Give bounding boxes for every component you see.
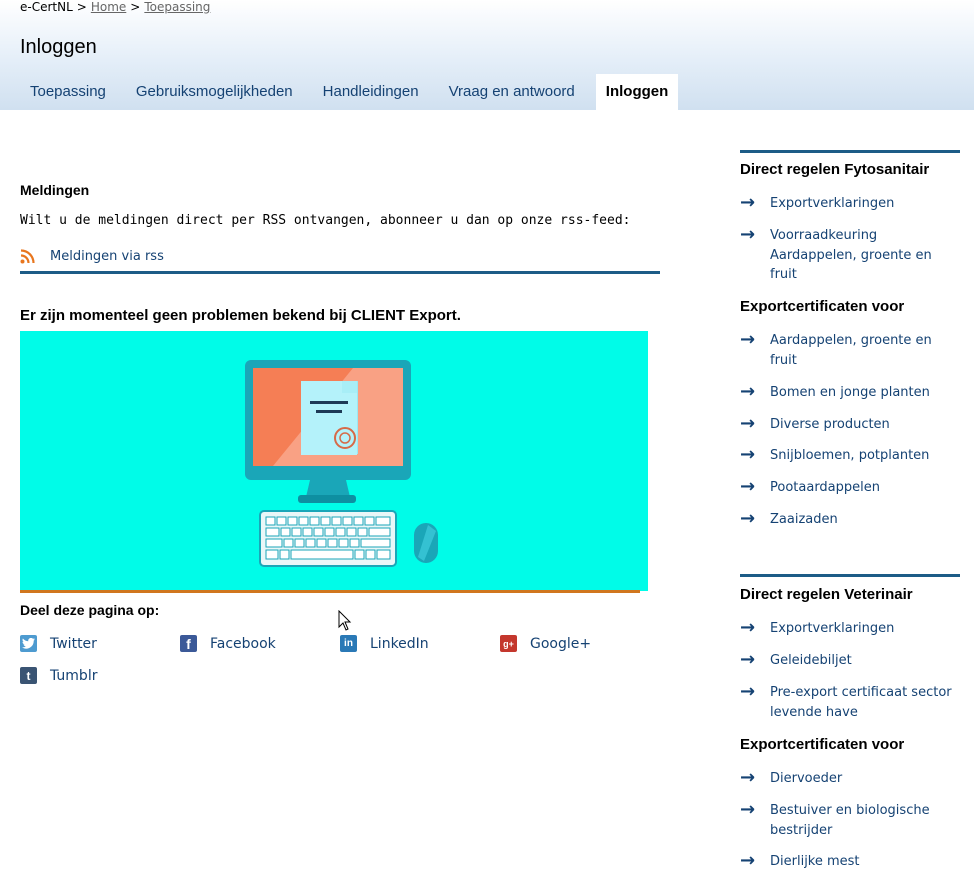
tab-inloggen[interactable]: Inloggen [595, 74, 679, 110]
sidebar-link[interactable]: → Exportverklaringen [740, 194, 960, 214]
sidebar-heading-veterinair: Direct regelen Veterinair [740, 586, 913, 603]
share-label: Google+ [530, 635, 592, 652]
breadcrumb-home-link[interactable]: Home [91, 0, 126, 14]
divider [20, 271, 660, 274]
rss-link[interactable]: Meldingen via rss [50, 249, 164, 264]
sidebar-link[interactable]: → Pre-export certificaat sector levende … [740, 683, 960, 722]
sidebar-link[interactable]: → Geleidebiljet [740, 651, 960, 671]
arrow-right-icon: → [740, 617, 756, 638]
computer-illustration [20, 331, 648, 591]
share-facebook-link[interactable]: f Facebook [180, 635, 276, 652]
sidebar-link[interactable]: → Pootaardappelen [740, 478, 960, 498]
sidebar-heading-fytosanitair: Direct regelen Fytosanitair [740, 161, 930, 178]
arrow-right-icon: → [740, 799, 756, 820]
arrow-right-icon: → [740, 413, 756, 434]
tumblr-icon: t [20, 667, 37, 684]
page-header: e-CertNL > Home > Toepassing Inloggen Toepas… [0, 0, 974, 110]
sidebar-divider [740, 574, 960, 577]
sidebar-subheading: Exportcertificaten voor [740, 736, 905, 753]
arrow-right-icon: → [740, 850, 756, 871]
sidebar-link[interactable]: → Snijbloemen, potplanten [740, 446, 960, 466]
tab-toepassing[interactable]: Toepassing [15, 74, 121, 110]
tab-gebruiksmogelijkheden[interactable]: Gebruiksmogelijkheden [121, 74, 308, 110]
breadcrumb-root: e-CertNL [20, 0, 73, 14]
sidebar-link-label: Pootaardappelen [770, 480, 880, 495]
google-plus-icon: g+ [500, 635, 517, 652]
breadcrumb: e-CertNL > Home > Toepassing [20, 0, 210, 14]
share-googleplus-link[interactable]: g+ Google+ [500, 635, 591, 652]
arrow-right-icon: → [740, 681, 756, 702]
rss-icon [20, 249, 35, 264]
sidebar-link[interactable]: → Bomen en jonge planten [740, 383, 960, 403]
arrow-right-icon: → [740, 444, 756, 465]
share-tumblr-link[interactable]: t Tumblr [20, 667, 97, 684]
sidebar-link-label: Pre-export certificaat sector levende ha… [770, 685, 952, 720]
share-label: Twitter [50, 635, 97, 652]
sidebar-link[interactable]: → Aardappelen, groente en fruit [740, 331, 960, 370]
sidebar-link[interactable]: → Dierlijke mest [740, 852, 960, 872]
arrow-right-icon: → [740, 508, 756, 529]
sidebar-link-label: Zaaizaden [770, 512, 838, 527]
breadcrumb-separator: > [130, 0, 141, 14]
sidebar-link[interactable]: → Bestuiver en biologische bestrijder [740, 801, 960, 840]
sidebar-link-label: Geleidebiljet [770, 653, 852, 668]
sidebar-divider [740, 150, 960, 153]
sidebar-link-label: Voorraadkeuring Aardappelen, groente en … [770, 228, 932, 282]
share-label: Facebook [210, 635, 276, 652]
tab-bar: Toepassing Gebruiksmogelijkheden Handlei… [15, 74, 679, 110]
linkedin-icon: in [340, 635, 357, 652]
tab-handleidingen[interactable]: Handleidingen [308, 74, 434, 110]
meldingen-text: Wilt u de meldingen direct per RSS ontva… [20, 213, 631, 228]
arrow-right-icon: → [740, 649, 756, 670]
sidebar-link-label: Exportverklaringen [770, 196, 895, 211]
status-message: Er zijn momenteel geen problemen bekend … [20, 307, 461, 324]
breadcrumb-separator: > [76, 0, 87, 14]
sidebar-link-label: Snijbloemen, potplanten [770, 448, 930, 463]
arrow-right-icon: → [740, 224, 756, 245]
sidebar-link-label: Aardappelen, groente en fruit [770, 333, 932, 368]
sidebar-link[interactable]: → Zaaizaden [740, 510, 960, 530]
share-twitter-link[interactable]: Twitter [20, 635, 97, 652]
illustration-underline [20, 590, 640, 593]
twitter-icon [20, 635, 37, 652]
sidebar-subheading: Exportcertificaten voor [740, 298, 905, 315]
computer-illustration-image [245, 360, 438, 567]
arrow-right-icon: → [740, 381, 756, 402]
share-label: LinkedIn [370, 635, 429, 652]
page-title: Inloggen [20, 36, 97, 58]
share-label: Tumblr [50, 667, 98, 684]
arrow-right-icon: → [740, 767, 756, 788]
sidebar-link-label: Bestuiver en biologische bestrijder [770, 803, 930, 838]
facebook-icon: f [180, 635, 197, 652]
share-linkedin-link[interactable]: in LinkedIn [340, 635, 429, 652]
sidebar-link[interactable]: → Exportverklaringen [740, 619, 960, 639]
tab-vraag-en-antwoord[interactable]: Vraag en antwoord [434, 74, 590, 110]
sidebar-link-label: Dierlijke mest [770, 854, 860, 869]
breadcrumb-current-link[interactable]: Toepassing [144, 0, 210, 14]
sidebar-link-label: Bomen en jonge planten [770, 385, 930, 400]
arrow-right-icon: → [740, 329, 756, 350]
sidebar-link[interactable]: → Diervoeder [740, 769, 960, 789]
sidebar-link-label: Diverse producten [770, 417, 890, 432]
sidebar-link[interactable]: → Diverse producten [740, 415, 960, 435]
share-heading: Deel deze pagina op: [20, 602, 160, 618]
rss-link-row[interactable]: Meldingen via rss [20, 248, 164, 264]
sidebar-link[interactable]: → Voorraadkeuring Aardappelen, groente e… [740, 226, 960, 285]
meldingen-heading: Meldingen [20, 182, 90, 198]
mouse-cursor-icon [338, 610, 352, 631]
arrow-right-icon: → [740, 192, 756, 213]
arrow-right-icon: → [740, 476, 756, 497]
sidebar-link-label: Exportverklaringen [770, 621, 895, 636]
sidebar-link-label: Diervoeder [770, 771, 843, 786]
